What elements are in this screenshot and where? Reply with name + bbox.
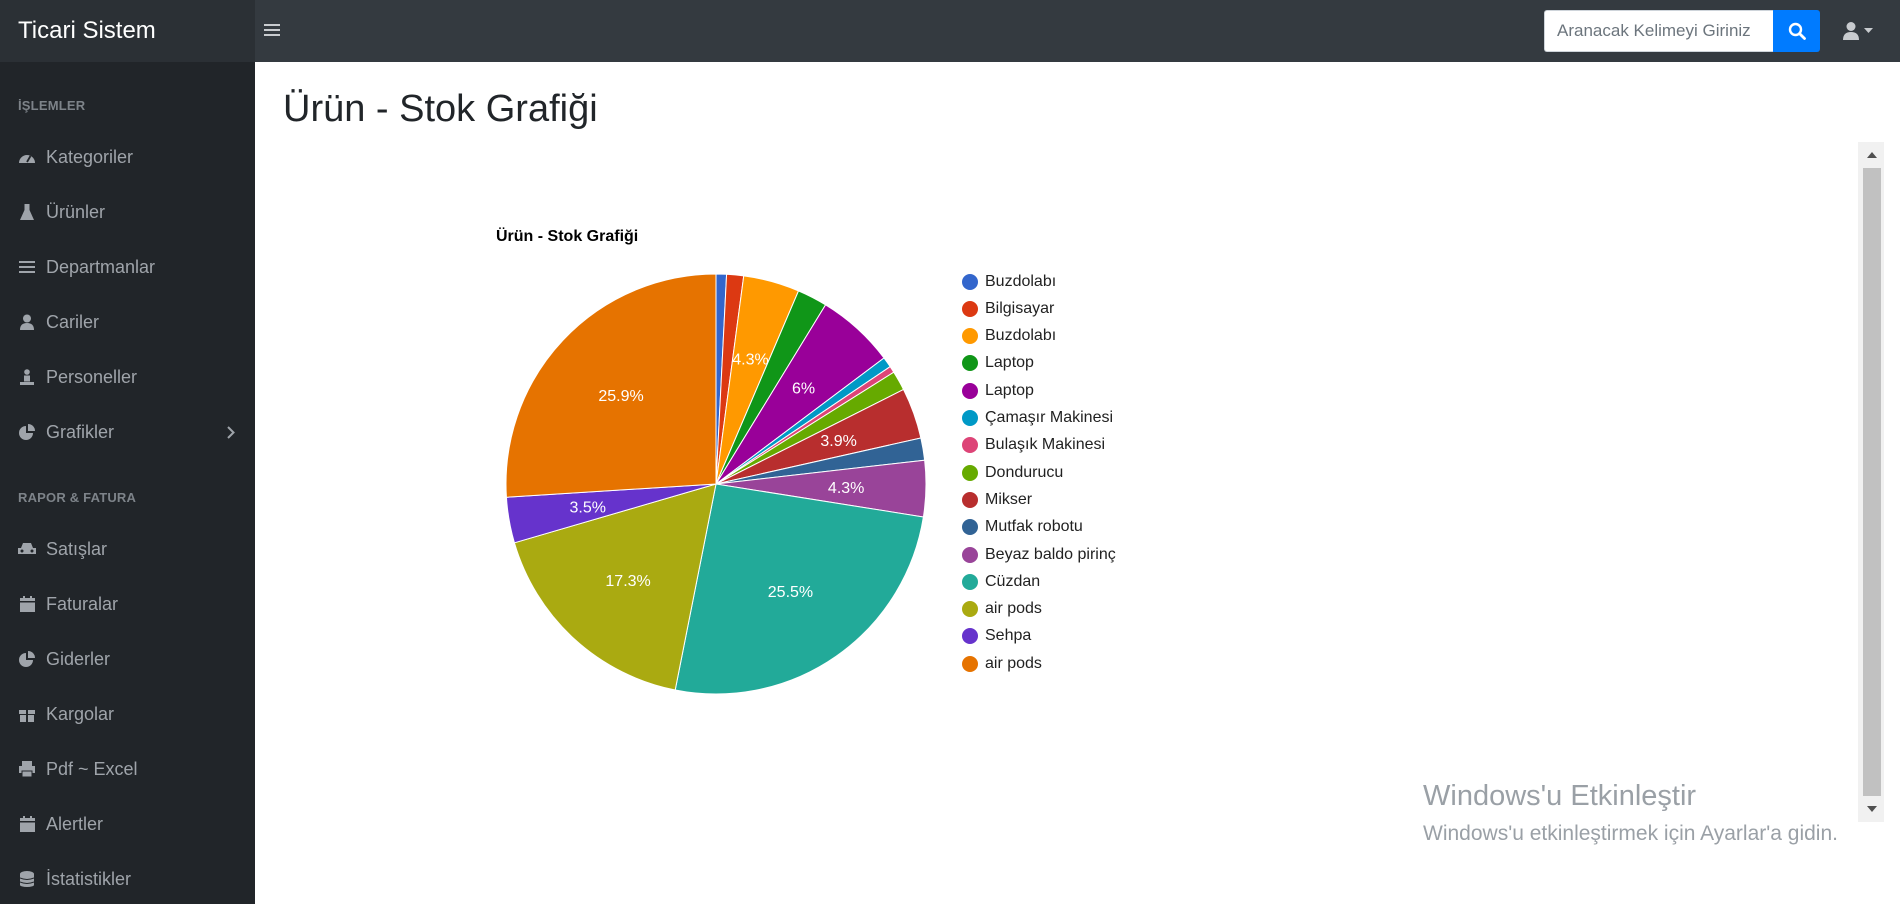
legend-item[interactable]: Cüzdan [962,568,1040,595]
legend-marker [962,491,978,508]
legend-item[interactable]: Buzdolabı [962,323,1056,350]
legend-label: Buzdolabı [985,272,1057,290]
legend-label: Bilgisayar [985,299,1055,317]
legend-item[interactable]: Buzdolabı [962,268,1056,295]
legend-label: Laptop [985,354,1034,372]
legend-marker [962,410,978,426]
pie-data-label: 17.3% [605,573,650,590]
legend-marker [962,464,978,481]
pie-data-label: 3.5% [570,499,606,516]
pie-data-label: 4.3% [732,351,768,368]
legend-label: Cüzdan [985,572,1041,590]
pie-data-label: 4.3% [828,480,864,497]
legend-item[interactable]: Mutfak robotu [962,514,1083,541]
legend-label: air pods [985,654,1042,672]
legend-marker [962,546,978,563]
arrow-down-icon [1867,806,1877,812]
legend-item[interactable]: Bulaşık Makinesi [962,432,1105,459]
legend-item[interactable]: Dondurucu [962,459,1063,486]
pie-chart: 4.3% 6% 3.9% 4.3% 25.5% 17.3% 3.5% 25.9% [505,273,927,695]
legend-item[interactable]: Çamaşır Makinesi [962,405,1113,432]
pie-data-label: 6% [792,381,815,398]
legend-item[interactable]: Beyaz baldo pirinç [962,541,1116,568]
legend-label: Sehpa [985,627,1032,645]
legend-item[interactable]: air pods [962,650,1042,677]
pie-slice[interactable] [505,273,717,498]
legend-item[interactable]: Sehpa [962,623,1031,650]
legend-item[interactable]: Mikser [962,486,1032,513]
legend-marker [962,300,978,317]
legend-label: air pods [985,600,1042,618]
activation-watermark-title: Windows'u Etkinleştir [1423,780,1697,812]
legend-marker [962,655,978,672]
legend-marker [962,382,978,399]
legend-marker [962,328,978,345]
legend-marker [962,601,978,618]
legend-label: Mutfak robotu [985,518,1083,536]
pie-data-label: 25.9% [598,388,643,405]
legend-marker [962,519,978,536]
scroll-thumb[interactable] [1863,168,1881,796]
legend-label: Buzdolabı [985,327,1057,345]
legend-label: Çamaşır Makinesi [985,409,1114,426]
legend-item[interactable]: air pods [962,596,1042,623]
legend-label: Mikser [985,490,1033,508]
legend-marker [962,628,978,645]
scrollbar[interactable] [1858,142,1884,822]
scroll-up-button[interactable] [1863,145,1881,165]
arrow-up-icon [1867,152,1877,158]
legend-label: Dondurucu [985,463,1064,481]
pie-data-label: 3.9% [820,433,856,450]
pie-data-label: 25.5% [768,584,813,601]
legend-marker [962,273,978,290]
legend-marker [962,437,978,454]
legend-label: Beyaz baldo pirinç [985,545,1116,563]
legend-item[interactable]: Laptop [962,350,1034,377]
legend-item[interactable]: Laptop [962,377,1034,404]
legend-label: Bulaşık Makinesi [985,436,1106,454]
legend-item[interactable]: Bilgisayar [962,295,1054,322]
legend-marker [962,355,978,372]
legend-marker [962,573,978,590]
legend-label: Laptop [985,381,1034,399]
scroll-down-button[interactable] [1863,799,1881,819]
activation-watermark-subtitle: Windows'u etkinleştirmek için Ayarlar'a … [1423,822,1838,845]
